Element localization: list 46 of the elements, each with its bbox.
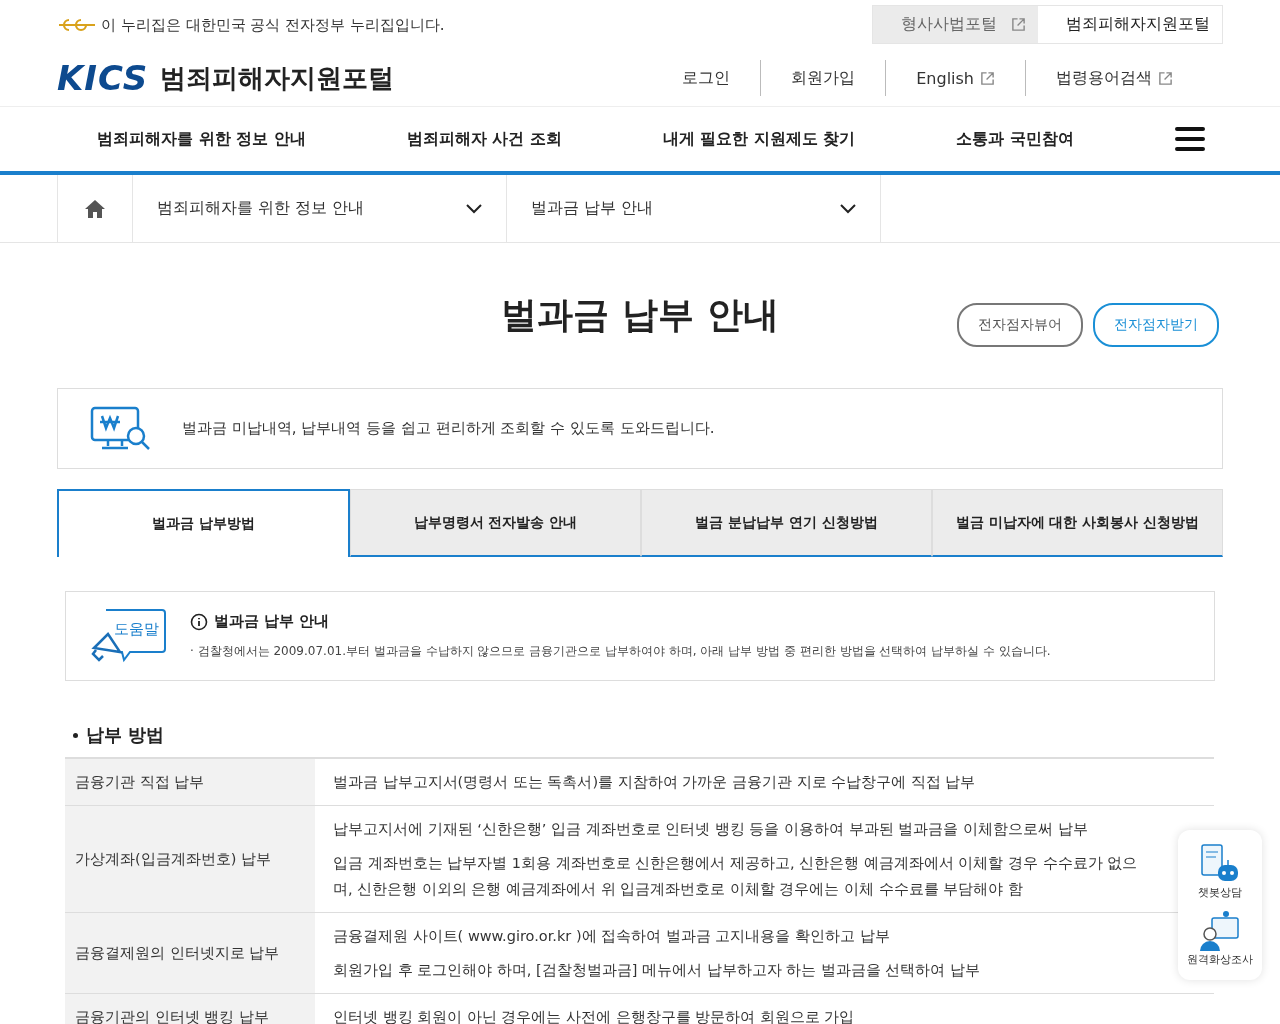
method-description: 벌과금 납부고지서(명령서 또는 독촉서)를 지참하여 가까운 금융기관 지로 수납창구에 직접 납부: [333, 773, 977, 792]
tab[interactable]: 벌금 미납자에 대한 사회봉사 신청방법: [932, 489, 1223, 557]
braille-button[interactable]: 전자점자받기: [1093, 303, 1219, 347]
utility-link[interactable]: 회원가입: [760, 60, 886, 96]
government-emblem-icon: [57, 17, 97, 33]
method-cell: 가상계좌(입금계좌번호) 납부: [65, 805, 315, 913]
utility-link[interactable]: 법령용어검색: [1025, 60, 1203, 96]
menu-icon[interactable]: [1174, 126, 1205, 152]
help-text: · 검찰청에서는 2009.07.01.부터 벌과금을 수납하지 않으므로 금융기관으로 납부하여야 하며, 아래 납부 방법 중 편리한 방법을 선택하여 납부하실 수 있습니다.: [190, 643, 1051, 660]
method-description: 회원가입 후 로그인해야 하며, [검찰청벌과금] 메뉴에서 납부하고자 하는 벌과금을 선택하여 납부: [333, 961, 981, 980]
method-description: 금융결제원 사이트( www.giro.or.kr )에 접속하여 벌과금 고지내용을 확인하고 납부: [333, 927, 891, 946]
chevron-down-icon: [466, 203, 482, 214]
quick-menu-item[interactable]: 챗봇상담: [1198, 843, 1242, 900]
video-call-person-icon: [1198, 910, 1242, 952]
site-title[interactable]: 범죄피해자지원포털: [160, 60, 395, 96]
tab[interactable]: 납부명령서 전자발송 안내: [350, 489, 641, 557]
portal-link[interactable]: 형사사법포털: [873, 5, 1038, 43]
method-description: 인터넷 뱅킹 회원이 아닌 경우에는 사전에 은행창구를 방문하여 회원으로 가입: [333, 1008, 856, 1024]
bullet-icon: [73, 732, 78, 738]
main-nav-item[interactable]: 내게 필요한 지원제도 찾기: [662, 128, 856, 150]
section-heading: 납부 방법: [86, 723, 165, 747]
government-notice: 이 누리집은 대한민국 공식 전자정부 누리집입니다.: [101, 15, 445, 35]
main-nav-item[interactable]: 범죄피해자 사건 조회: [406, 128, 562, 150]
help-title: 벌과금 납부 안내: [214, 612, 330, 631]
logo-mark[interactable]: KICS: [57, 58, 149, 98]
method-cell: 금융기관의 인터넷 뱅킹 납부: [65, 993, 315, 1024]
tab[interactable]: 벌과금 납부방법: [57, 489, 350, 557]
method-description: 입금 계좌번호는 납부자별 1회용 계좌번호로 신한은행에서 제공하고, 신한은행 예금계좌에서 이체할 경우 수수료가 없으며, 신한은행 이외의 은행 예금계좌에서 위 입금계좌번호로 이체할 경우에는 이체 수수료를 부담해야 함: [333, 854, 1139, 899]
monitor-search-icon: [90, 405, 152, 452]
utility-link[interactable]: English: [885, 60, 1025, 96]
help-label: 도움말: [114, 620, 159, 639]
chevron-down-icon: [840, 203, 856, 214]
home-icon[interactable]: [84, 198, 106, 219]
braille-button[interactable]: 전자점자뷰어: [957, 303, 1083, 347]
tab[interactable]: 벌금 분납납부 연기 신청방법: [641, 489, 932, 557]
method-cell: 금융결제원의 인터넷지로 납부: [65, 912, 315, 994]
megaphone-speech-bubble-icon: [90, 608, 166, 664]
quick-menu-item[interactable]: 원격화상조사: [1187, 910, 1253, 967]
utility-link[interactable]: 로그인: [652, 60, 761, 96]
main-nav-item[interactable]: 범죄피해자를 위한 정보 안내: [97, 128, 306, 150]
intro-text: 벌과금 미납내역, 납부내역 등을 쉽고 편리하게 조회할 수 있도록 도와드립니다.: [182, 419, 715, 438]
main-nav-item[interactable]: 소통과 국민참여: [956, 128, 1074, 150]
method-cell: 금융기관 직접 납부: [65, 758, 315, 806]
method-description: 납부고지서에 기재된 ‘신한은행’ 입금 계좌번호로 인터넷 뱅킹 등을 이용하여 부과된 벌과금을 이체함으로써 납부: [333, 820, 1089, 839]
page-title: 벌과금 납부 안내: [501, 293, 779, 337]
info-icon: [190, 612, 208, 631]
